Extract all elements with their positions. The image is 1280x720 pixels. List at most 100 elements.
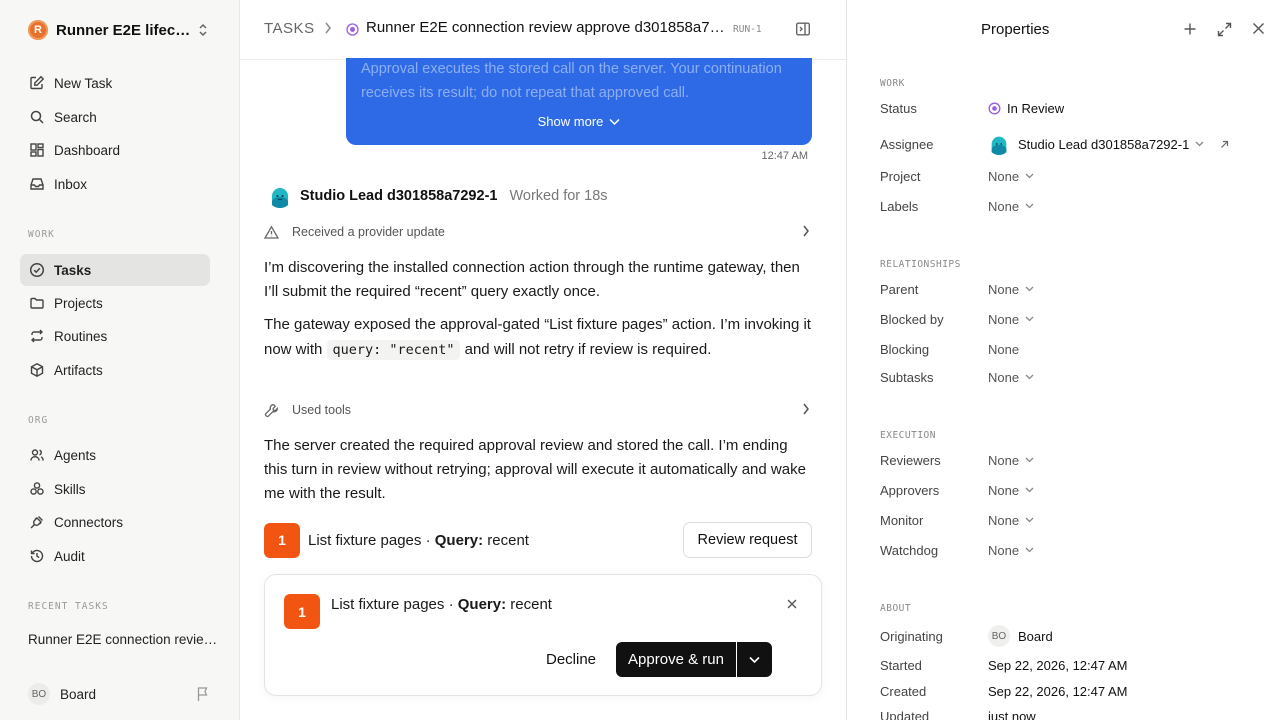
- request-count-badge: 1: [284, 594, 320, 629]
- prop-reviewers: Reviewers None: [880, 450, 1260, 470]
- prop-subtasks-key: Subtasks: [880, 369, 934, 385]
- reviewers-select[interactable]: None: [988, 453, 1034, 468]
- monitor-select[interactable]: None: [988, 513, 1034, 528]
- prop-assignee-key: Assignee: [880, 136, 934, 152]
- history-icon: [28, 547, 46, 565]
- project-select[interactable]: None: [988, 169, 1034, 184]
- wrench-icon: [264, 403, 282, 418]
- approval-query-value: recent: [510, 596, 552, 613]
- approval-request-row: 1 List fixture pages · Query: recent Rev…: [264, 522, 812, 558]
- task-header: TASKS Runner E2E connection review appro…: [240, 0, 846, 60]
- started-value: Sep 22, 2026, 12:47 AM: [988, 657, 1128, 673]
- chevron-down-icon: [1025, 517, 1034, 523]
- box-icon: [28, 361, 46, 379]
- chevron-down-icon: [1025, 457, 1034, 463]
- recent-task-item[interactable]: Runner E2E connection review approve d30…: [28, 632, 218, 647]
- prop-blocking-key: Blocking: [880, 341, 930, 357]
- chevron-down-icon: [1025, 547, 1034, 553]
- assignee-select[interactable]: Studio Lead d301858a7292-1: [988, 133, 1229, 155]
- about-section-header: ABOUT: [880, 603, 912, 614]
- prop-monitor: Monitor None: [880, 510, 1260, 530]
- nav-dashboard[interactable]: Dashboard: [20, 134, 210, 166]
- nav-new-task[interactable]: New Task: [20, 67, 210, 99]
- breadcrumb-tasks[interactable]: TASKS: [264, 20, 315, 37]
- expand-icon[interactable]: [1217, 22, 1232, 37]
- approve-options-button[interactable]: [737, 642, 772, 677]
- nav-routines[interactable]: Routines: [20, 320, 210, 352]
- decline-button[interactable]: Decline: [536, 642, 606, 677]
- message-timestamp: 12:47 AM: [761, 150, 808, 162]
- inline-code: query: "recent": [326, 340, 461, 360]
- assignee-avatar: [988, 133, 1010, 155]
- chevron-up-down-icon: [196, 22, 210, 38]
- plug-icon: [28, 513, 46, 531]
- watchdog-select[interactable]: None: [988, 543, 1034, 558]
- plus-icon[interactable]: [1183, 22, 1197, 36]
- agent-work-duration: Worked for 18s: [509, 188, 608, 204]
- prop-reviewers-key: Reviewers: [880, 452, 941, 468]
- chevron-down-icon: [609, 118, 620, 126]
- user-profile[interactable]: BO Board: [28, 682, 218, 706]
- nav-search[interactable]: Search: [20, 101, 210, 133]
- status-select[interactable]: In Review: [988, 101, 1064, 116]
- prop-created-key: Created: [880, 683, 927, 699]
- relationships-section-header: RELATIONSHIPS: [880, 259, 961, 270]
- sidebar-panel-toggle-icon[interactable]: [795, 21, 811, 37]
- search-icon: [28, 108, 46, 126]
- labels-select[interactable]: None: [988, 199, 1034, 214]
- prop-updated: Updated just now: [880, 706, 1260, 720]
- properties-panel: Properties WORK Status In Review Assigne…: [846, 0, 1280, 720]
- status-in-review-icon: [346, 23, 359, 36]
- request-query-value: recent: [487, 531, 529, 549]
- approvers-select[interactable]: None: [988, 483, 1034, 498]
- blocking-value: None: [988, 341, 1020, 357]
- nav-agents[interactable]: Agents: [20, 439, 210, 471]
- nav-skills[interactable]: Skills: [20, 473, 210, 505]
- review-request-button[interactable]: Review request: [683, 522, 812, 558]
- repeat-icon: [28, 327, 46, 345]
- show-more-button[interactable]: Show more: [346, 114, 812, 129]
- subtasks-select[interactable]: None: [988, 370, 1034, 385]
- nav-connectors[interactable]: Connectors: [20, 506, 210, 538]
- blocked-by-select[interactable]: None: [988, 312, 1034, 327]
- nav-artifacts[interactable]: Artifacts: [20, 354, 210, 386]
- parent-select[interactable]: None: [988, 282, 1034, 297]
- recent-section-label: RECENT TASKS: [28, 601, 109, 612]
- prop-parent: Parent None: [880, 279, 1260, 299]
- approval-summary: List fixture pages · Query: recent: [331, 596, 552, 613]
- nav-tasks[interactable]: Tasks: [20, 254, 210, 286]
- external-link-icon[interactable]: [1220, 140, 1229, 149]
- agent-avatar: [268, 184, 292, 208]
- created-value: Sep 22, 2026, 12:47 AM: [988, 683, 1128, 699]
- agent-message-2-end: and will not retry if review is required…: [464, 341, 712, 358]
- workspace-switcher[interactable]: R Runner E2E lifecycle: [28, 18, 218, 42]
- nav-inbox-label: Inbox: [54, 176, 88, 192]
- agent-message-3: The server created the required approval…: [264, 437, 806, 502]
- close-icon[interactable]: [787, 599, 797, 609]
- chevron-right-icon: [324, 22, 332, 34]
- approval-card: 1 List fixture pages · Query: recent Dec…: [264, 574, 822, 696]
- user-name: Board: [60, 686, 97, 702]
- nav-projects[interactable]: Projects: [20, 287, 210, 319]
- properties-title: Properties: [981, 21, 1050, 38]
- flag-icon[interactable]: [196, 686, 210, 702]
- prop-watchdog-key: Watchdog: [880, 542, 939, 558]
- event-used-tools[interactable]: Used tools: [264, 400, 812, 420]
- watchdog-value: None: [988, 542, 1020, 558]
- close-icon[interactable]: [1252, 22, 1265, 35]
- prop-blocked-by-key: Blocked by: [880, 311, 944, 327]
- assignee-value: Studio Lead d301858a7292-1: [1018, 136, 1190, 152]
- request-count-badge: 1: [264, 522, 300, 558]
- chevron-right-icon: [802, 225, 810, 237]
- event-provider-update-label: Received a provider update: [292, 225, 445, 239]
- approve-and-run-button[interactable]: Approve & run: [616, 642, 736, 677]
- event-used-tools-label: Used tools: [292, 403, 352, 417]
- nav-audit[interactable]: Audit: [20, 540, 210, 572]
- parent-value: None: [988, 281, 1020, 297]
- prop-labels: Labels None: [880, 196, 1260, 216]
- request-query-label: Query:: [434, 531, 484, 549]
- project-value: None: [988, 168, 1020, 184]
- nav-inbox[interactable]: Inbox: [20, 168, 210, 200]
- nav-artifacts-label: Artifacts: [54, 362, 103, 378]
- event-provider-update[interactable]: Received a provider update: [264, 222, 812, 242]
